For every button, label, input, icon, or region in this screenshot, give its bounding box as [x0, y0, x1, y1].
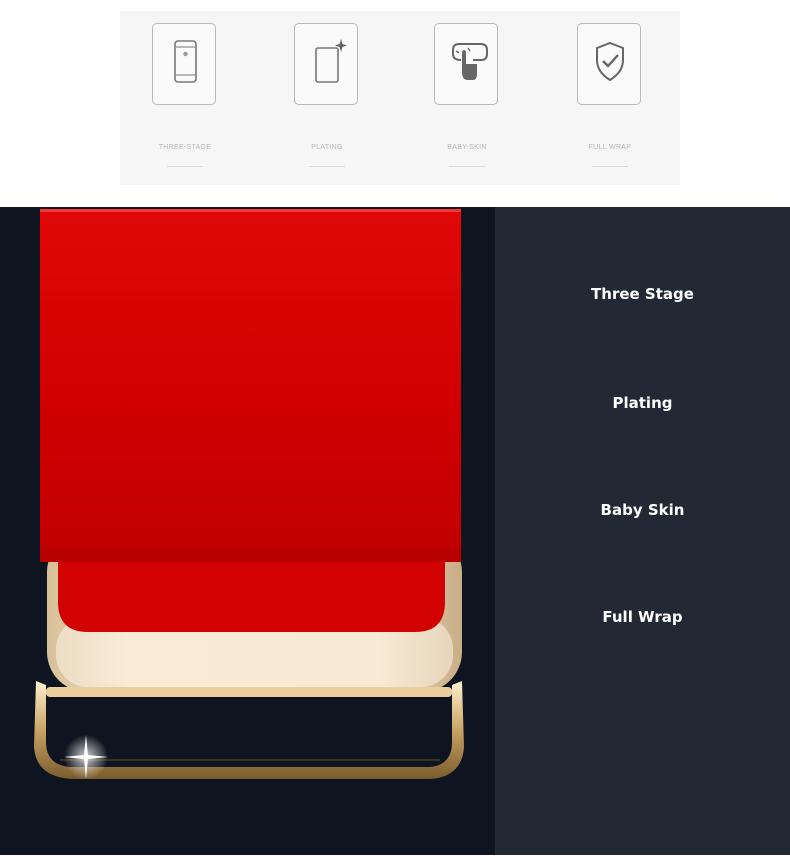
- feature-label: FULL WRAP: [588, 144, 632, 151]
- feature-title-plating: Plating: [612, 394, 673, 412]
- features-panel: Three Stage Plating Baby Skin Full Wrap: [495, 207, 790, 855]
- divider: [309, 166, 345, 167]
- feature-title-three-stage: Three Stage: [591, 285, 694, 303]
- feature-label: BABY-SKIN: [447, 144, 487, 151]
- feature-three-stage: THREE-STAGE: [135, 11, 235, 185]
- sparkle-card-icon: [294, 23, 358, 105]
- feature-full-wrap: FULL WRAP: [560, 11, 660, 185]
- red-case-bottom-lip: [58, 562, 445, 632]
- touch-hand-icon: [434, 23, 498, 105]
- divider: [449, 166, 485, 167]
- feature-plating: PLATING: [277, 11, 377, 185]
- feature-baby-skin: BABY-SKIN: [417, 11, 517, 185]
- shield-check-icon: [577, 23, 641, 105]
- divider: [167, 166, 203, 167]
- product-showcase: Three Stage Plating Baby Skin Full Wrap: [0, 207, 790, 855]
- divider: [592, 166, 628, 167]
- product-image: [0, 207, 495, 855]
- feature-strip: THREE-STAGE PLATING BABY-SKIN FULL WRAP: [120, 11, 680, 185]
- red-case-top: [40, 209, 461, 562]
- feature-label: THREE-STAGE: [158, 144, 212, 151]
- phone-icon: [152, 23, 216, 105]
- feature-label: PLATING: [311, 144, 343, 151]
- feature-title-full-wrap: Full Wrap: [602, 608, 683, 626]
- feature-title-baby-skin: Baby Skin: [600, 501, 685, 519]
